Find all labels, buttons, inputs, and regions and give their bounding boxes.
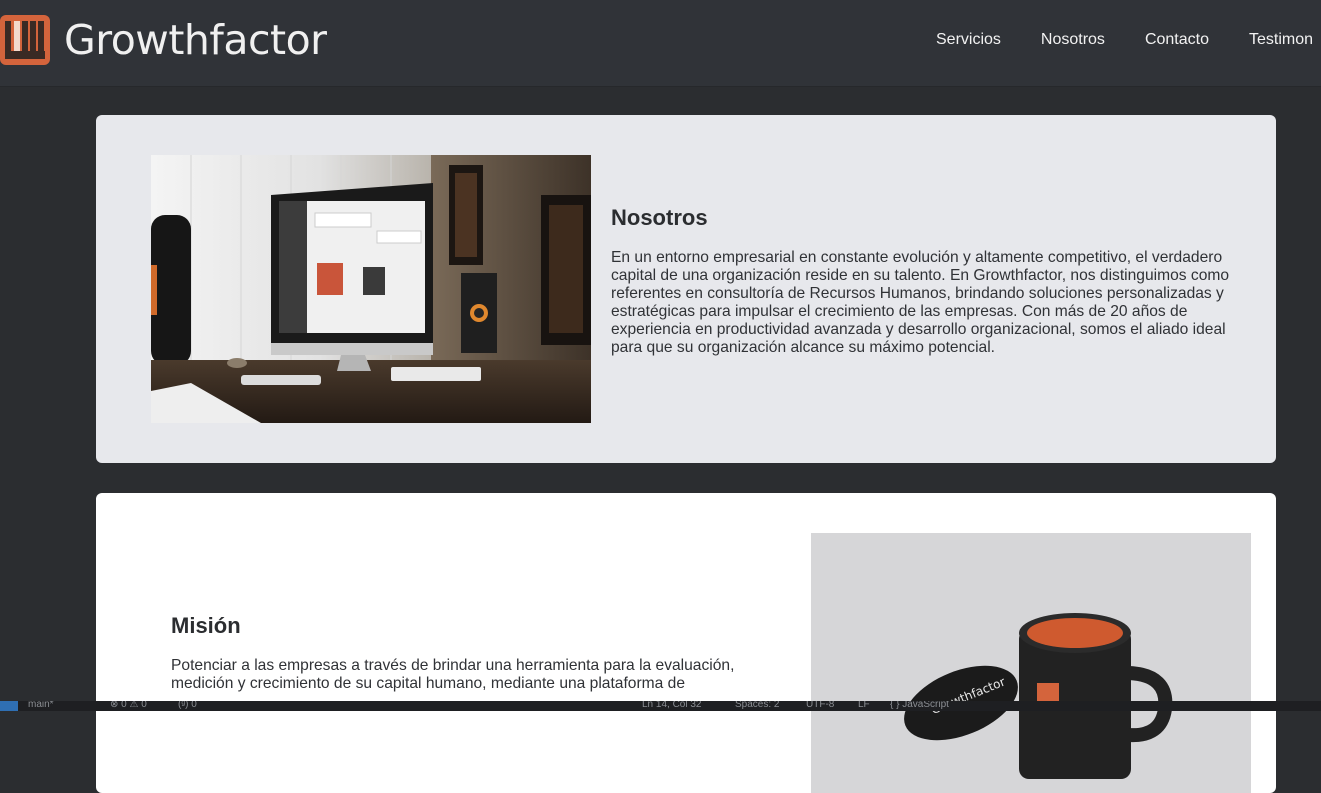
problems-indicator[interactable]: ⊗ 0 ⚠ 0 xyxy=(110,701,147,711)
nav-nosotros[interactable]: Nosotros xyxy=(1041,31,1105,49)
brand-logo[interactable]: Growthfactor xyxy=(0,12,327,68)
about-title: Nosotros xyxy=(611,205,708,230)
mision-body: Potenciar a las empresas a través de bri… xyxy=(171,657,735,692)
site-header: Growthfactor Servicios Nosotros Contacto… xyxy=(0,0,1321,87)
growthfactor-logo-icon xyxy=(0,15,50,65)
main-nav: Servicios Nosotros Contacto Testimon xyxy=(936,31,1321,49)
about-text-block: Nosotros En un entorno empresarial en co… xyxy=(611,205,1231,357)
encoding-indicator[interactable]: UTF-8 xyxy=(806,701,834,711)
brand-name: Growthfactor xyxy=(64,16,327,64)
indentation-indicator[interactable]: Spaces: 2 xyxy=(735,701,779,711)
mugs-illustration: Growthfactor xyxy=(811,533,1251,793)
remote-indicator-icon[interactable] xyxy=(0,701,18,711)
mision-text-block: Misión Potenciar a las empresas a través… xyxy=(171,613,771,693)
mision-section: Misión Potenciar a las empresas a través… xyxy=(96,493,1276,793)
ports-indicator[interactable]: (ᵍ) 0 xyxy=(178,701,197,711)
desk-photo-illustration xyxy=(151,155,591,423)
eol-indicator[interactable]: LF xyxy=(858,701,870,711)
cursor-position[interactable]: Ln 14, Col 32 xyxy=(642,701,702,711)
language-mode[interactable]: { } JavaScript xyxy=(890,701,949,711)
about-body: En un entorno empresarial en constante e… xyxy=(611,249,1230,356)
nav-servicios[interactable]: Servicios xyxy=(936,31,1001,49)
branch-indicator[interactable]: main* xyxy=(28,701,54,711)
about-section: Nosotros En un entorno empresarial en co… xyxy=(96,115,1276,463)
branded-mugs-photo: Growthfactor xyxy=(811,533,1251,793)
nav-contacto[interactable]: Contacto xyxy=(1145,31,1209,49)
nav-testimonios[interactable]: Testimon xyxy=(1249,31,1313,49)
desk-computer-photo xyxy=(151,155,591,423)
mision-title: Misión xyxy=(171,613,241,638)
editor-status-bar: main* ⊗ 0 ⚠ 0 (ᵍ) 0 Ln 14, Col 32 Spaces… xyxy=(0,701,1321,711)
